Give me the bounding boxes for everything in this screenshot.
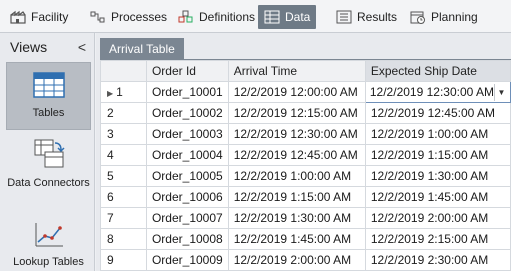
cell-arrival-time[interactable]: 12/2/2019 12:15:00 AM <box>227 102 366 124</box>
tab-label: Data <box>285 10 311 24</box>
cell-order-id[interactable]: Order_10009 <box>145 249 229 271</box>
tab-label: Definitions <box>199 10 256 24</box>
table-row[interactable]: 6 Order_10006 12/2/2019 1:15:00 AM 12/2/… <box>100 186 511 208</box>
cell-expected-ship-date[interactable]: 12/2/2019 1:30:00 AM <box>364 165 511 187</box>
cell-arrival-time[interactable]: 12/2/2019 1:45:00 AM <box>227 228 366 250</box>
cell-order-id[interactable]: Order_10006 <box>145 186 229 208</box>
definitions-icon <box>178 10 194 24</box>
ribbon-tabs: Facility Processes Definitions Data Resu… <box>0 0 511 33</box>
cell-order-id[interactable]: Order_10002 <box>145 102 229 124</box>
views-title: Views <box>10 38 48 55</box>
table-row[interactable]: 5 Order_10005 12/2/2019 1:00:00 AM 12/2/… <box>100 165 511 187</box>
tab-label: Processes <box>111 10 168 24</box>
table-row[interactable]: 3 Order_10003 12/2/2019 12:30:00 AM 12/2… <box>100 123 511 145</box>
table-row[interactable]: 7 Order_10007 12/2/2019 1:30:00 AM 12/2/… <box>100 207 511 229</box>
row-header[interactable]: 7 <box>100 207 147 229</box>
row-header[interactable]: 2 <box>100 102 147 124</box>
cell-order-id[interactable]: Order_10008 <box>145 228 229 250</box>
cell-order-id[interactable]: Order_10005 <box>145 165 229 187</box>
cell-order-id[interactable]: Order_10004 <box>145 144 229 166</box>
cell-arrival-time[interactable]: 12/2/2019 1:00:00 AM <box>227 165 366 187</box>
data-panel: Arrival Table Order Id Arrival Time Expe… <box>96 33 511 271</box>
tab-facility[interactable]: Facility <box>4 5 74 29</box>
cell-arrival-time[interactable]: 12/2/2019 12:30:00 AM <box>227 123 366 145</box>
tab-label: Results <box>357 10 398 24</box>
cell-arrival-time[interactable]: 12/2/2019 1:15:00 AM <box>227 186 366 208</box>
chevron-down-icon[interactable]: ▼ <box>494 83 508 101</box>
table-row[interactable]: 2 Order_10002 12/2/2019 12:15:00 AM 12/2… <box>100 102 511 124</box>
processes-icon <box>90 10 106 24</box>
cell-arrival-time[interactable]: 12/2/2019 1:30:00 AM <box>227 207 366 229</box>
views-panel: Views < Tables Data Connectors Lookup Ta… <box>0 33 95 271</box>
subtab-label: Arrival Table <box>109 41 175 56</box>
view-item-data-connectors[interactable]: Data Connectors <box>6 139 91 203</box>
view-item-label: Lookup Tables <box>13 256 84 268</box>
cell-expected-ship-date-editor[interactable]: 12/2/2019 12:30:00 AM ▼ <box>364 81 511 103</box>
cell-order-id[interactable]: Order_10003 <box>145 123 229 145</box>
results-icon <box>336 10 352 24</box>
row-header[interactable]: 3 <box>100 123 147 145</box>
cell-arrival-time[interactable]: 12/2/2019 2:00:00 AM <box>227 249 366 271</box>
tables-icon <box>32 72 65 102</box>
row-header[interactable]: 6 <box>100 186 147 208</box>
tab-label: Facility <box>31 10 69 24</box>
column-header-expected-ship-date[interactable]: Expected Ship Date <box>364 60 511 82</box>
column-header-order-id[interactable]: Order Id <box>145 60 229 82</box>
view-item-label: Data Connectors <box>7 177 90 189</box>
row-header[interactable]: ▶ 1 <box>100 81 147 103</box>
cell-expected-ship-date[interactable]: 12/2/2019 1:15:00 AM <box>364 144 511 166</box>
lookup-tables-icon <box>33 221 65 253</box>
tab-label: Planning <box>431 10 478 24</box>
tab-results[interactable]: Results <box>330 5 403 29</box>
data-icon <box>264 10 280 24</box>
cell-expected-ship-date[interactable]: 12/2/2019 2:00:00 AM <box>364 207 511 229</box>
tab-arrival-table[interactable]: Arrival Table <box>100 38 184 59</box>
view-item-tables[interactable]: Tables <box>6 62 91 130</box>
view-item-lookup-tables[interactable]: Lookup Tables <box>6 221 91 271</box>
table-row[interactable]: 8 Order_10008 12/2/2019 1:45:00 AM 12/2/… <box>100 228 511 250</box>
column-header-arrival-time[interactable]: Arrival Time <box>227 60 366 82</box>
tab-data[interactable]: Data <box>258 5 317 29</box>
cell-order-id[interactable]: Order_10001 <box>145 81 229 103</box>
tab-definitions[interactable]: Definitions <box>172 5 261 29</box>
cell-arrival-time[interactable]: 12/2/2019 12:45:00 AM <box>227 144 366 166</box>
cell-expected-ship-date[interactable]: 12/2/2019 12:45:00 AM <box>364 102 511 124</box>
current-row-icon: ▶ <box>107 89 114 98</box>
data-connectors-icon <box>33 139 65 173</box>
cell-editor-value[interactable]: 12/2/2019 12:30:00 AM <box>369 85 494 99</box>
planning-icon <box>410 10 426 24</box>
arrival-table: Order Id Arrival Time Expected Ship Date… <box>100 60 511 271</box>
row-header[interactable]: 5 <box>100 165 147 187</box>
cell-order-id[interactable]: Order_10007 <box>145 207 229 229</box>
tab-processes[interactable]: Processes <box>84 5 173 29</box>
header-row: Order Id Arrival Time Expected Ship Date <box>100 60 511 82</box>
data-grid: Order Id Arrival Time Expected Ship Date… <box>100 59 511 271</box>
cell-expected-ship-date[interactable]: 12/2/2019 2:15:00 AM <box>364 228 511 250</box>
tab-planning[interactable]: Planning <box>404 5 484 29</box>
facility-icon <box>10 10 26 24</box>
cell-arrival-time[interactable]: 12/2/2019 12:00:00 AM <box>227 81 366 103</box>
views-header: Views < <box>0 33 94 60</box>
cell-expected-ship-date[interactable]: 12/2/2019 1:00:00 AM <box>364 123 511 145</box>
cell-expected-ship-date[interactable]: 12/2/2019 1:45:00 AM <box>364 186 511 208</box>
row-header[interactable]: 4 <box>100 144 147 166</box>
table-row[interactable]: ▶ 1 Order_10001 12/2/2019 12:00:00 AM 12/… <box>100 81 511 103</box>
row-header[interactable]: 9 <box>100 249 147 271</box>
cell-expected-ship-date[interactable]: 12/2/2019 2:30:00 AM <box>364 249 511 271</box>
view-item-label: Tables <box>32 107 65 119</box>
table-row[interactable]: 9 Order_10009 12/2/2019 2:00:00 AM 12/2/… <box>100 249 511 271</box>
row-header[interactable]: 8 <box>100 228 147 250</box>
corner-header <box>100 60 147 82</box>
collapse-icon[interactable]: < <box>78 39 86 55</box>
table-row[interactable]: 4 Order_10004 12/2/2019 12:45:00 AM 12/2… <box>100 144 511 166</box>
